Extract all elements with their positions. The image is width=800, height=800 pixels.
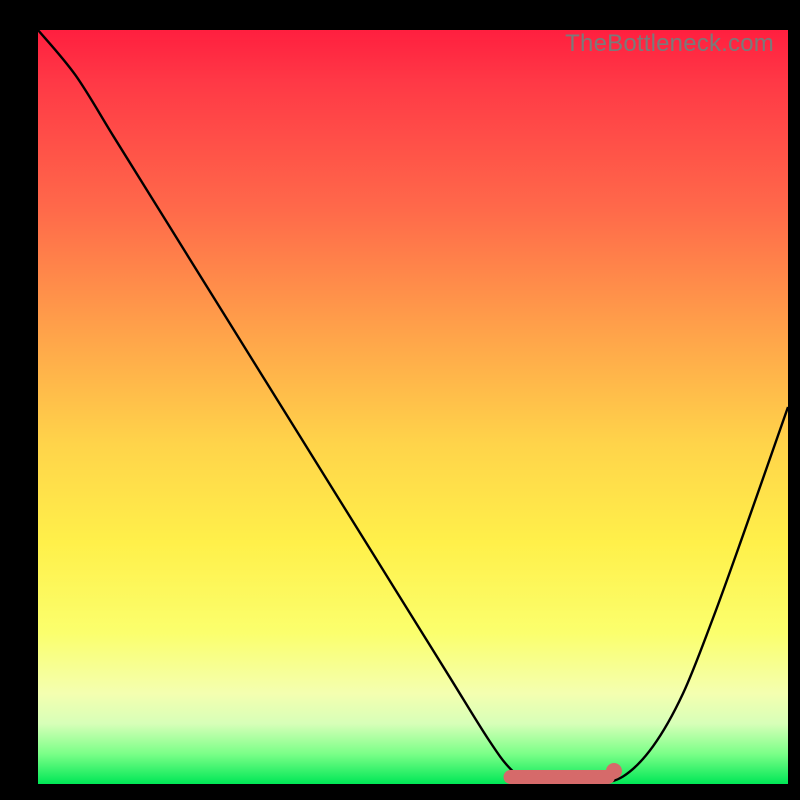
- bottleneck-curve: [38, 30, 788, 784]
- optimal-end-dot: [606, 763, 622, 779]
- chart-frame: TheBottleneck.com: [38, 30, 788, 784]
